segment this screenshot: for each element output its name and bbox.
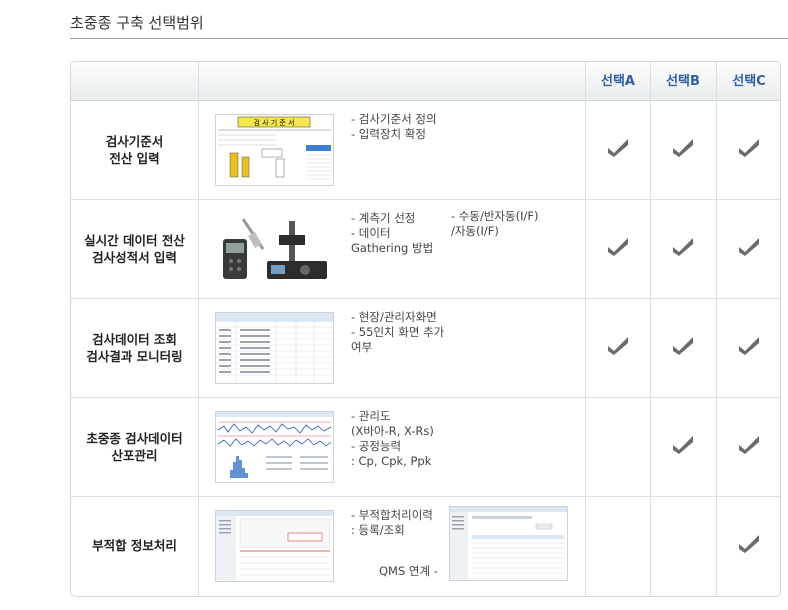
row-description: - 검사기준서 정의 - 입력장치 확정 [351, 112, 437, 141]
table-row: 초중종 검사데이터 산포관리 - 관리도 (X바아-R, X-Rs) - 공정능… [71, 397, 780, 496]
qms-screen-thumbnail [449, 506, 568, 581]
row-label: 부적합 정보처리 [92, 538, 177, 553]
row-description: - 부적합처리이력 : 등록/조회 [351, 508, 433, 537]
check-icon [586, 136, 650, 162]
control-chart-thumbnail [215, 411, 334, 483]
check-icon [651, 433, 715, 459]
qms-link-label: QMS 연계 - [379, 564, 438, 578]
row-description: - 관리도 (X바아-R, X-Rs) - 공정능력 : Cp, Cpk, Pp… [351, 409, 434, 468]
check-icon [586, 235, 650, 261]
check-icon [651, 334, 715, 360]
check-icon [651, 235, 715, 261]
measuring-instruments-image [215, 213, 334, 285]
check-icon [651, 136, 715, 162]
title-divider [70, 38, 788, 39]
table-row: 부적합 정보처리 - 부적합처리이력: 등록/조회 QMS 연계 - [71, 496, 780, 595]
check-icon [717, 532, 780, 558]
check-icon [717, 235, 780, 261]
thumbnail-title: 검 사 기 준 서 [253, 118, 294, 127]
table-row: 검사기준서 전산 입력 검 사 기 준 서 - 검사기준서 정의 - 입력장치 … [71, 100, 780, 199]
check-icon [717, 334, 780, 360]
option-b-header: 선택B [666, 74, 700, 89]
table-row: 실시간 데이터 전산 검사성적서 입력 - 계측기 선정 - 데이터 Gathe… [71, 199, 780, 298]
row-label: 초중종 검사데이터 산포관리 [86, 430, 183, 463]
row-description: - 계측기 선정 - 데이터 Gathering 방법 [351, 211, 434, 255]
inspection-standard-thumbnail: 검 사 기 준 서 [215, 114, 334, 186]
row-description-secondary: - 수동/반자동(I/F) /자동(I/F) [451, 209, 539, 238]
scope-table: 선택A 선택B 선택C 검사기준서 전산 입력 검 사 기 준 서 - 검사기준… [70, 61, 781, 597]
monitoring-screen-thumbnail [215, 312, 334, 384]
row-description: - 현장/관리자화면 - 55인치 화면 추가 여부 [351, 310, 445, 354]
check-icon [586, 334, 650, 360]
option-c-header: 선택C [732, 74, 766, 89]
option-a-header: 선택A [601, 74, 635, 89]
nonconformity-screen-thumbnail [215, 510, 334, 582]
page-title: 초중종 구축 선택범위 [70, 14, 204, 32]
row-label: 실시간 데이터 전산 검사성적서 입력 [84, 232, 185, 265]
table-row: 검사데이터 조회 검사결과 모니터링 - 현장/관리자화면 - 55인치 화면 … [71, 298, 780, 397]
check-icon [717, 136, 780, 162]
row-label: 검사데이터 조회 검사결과 모니터링 [86, 331, 183, 364]
check-icon [717, 433, 780, 459]
row-label: 검사기준서 전산 입력 [105, 133, 164, 166]
